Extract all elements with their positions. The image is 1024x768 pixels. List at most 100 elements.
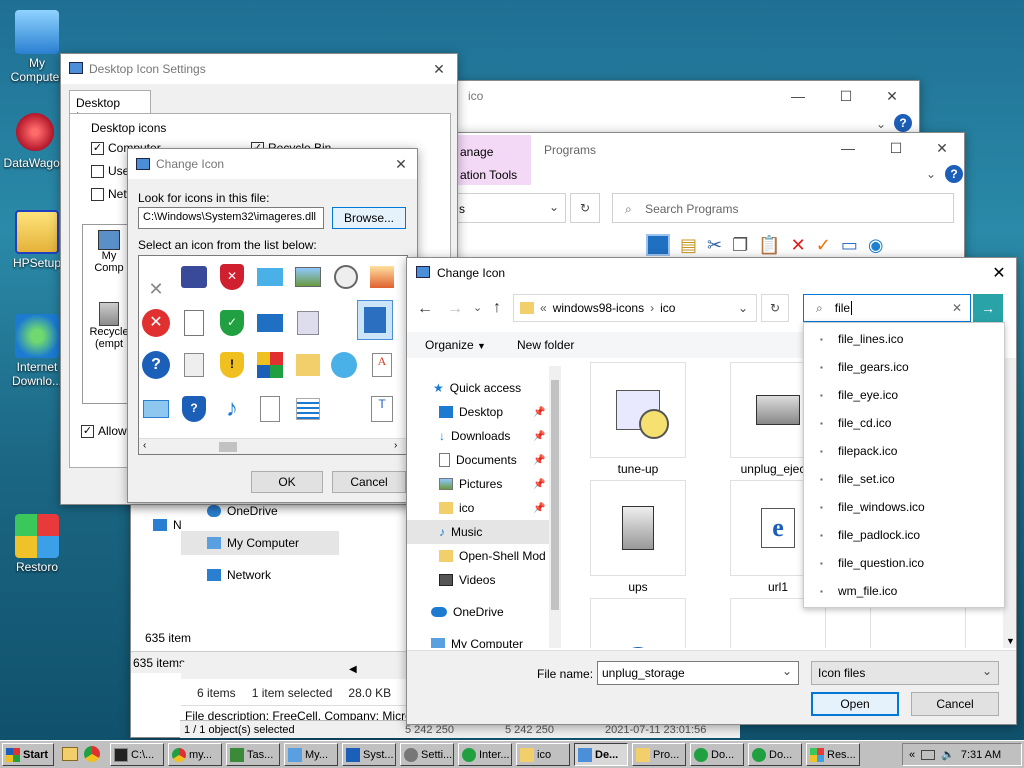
file-name-input[interactable]: unplug_storage ⌄ [597, 661, 799, 685]
cancel-button[interactable]: Cancel [911, 692, 999, 716]
shield-check-icon[interactable]: ✓ [215, 306, 249, 340]
expand-ribbon-icon[interactable]: ⌄ [926, 167, 936, 181]
suggestion-item[interactable]: ▪ file_set.ico [804, 465, 1004, 493]
close-x-icon[interactable]: ✕ [139, 272, 173, 306]
breadcrumb-item[interactable]: ico [660, 301, 675, 315]
clock[interactable]: 7:31 AM [961, 749, 1001, 761]
close-button[interactable]: ✕ [981, 258, 1016, 288]
suggestion-item[interactable]: ▪ file_lines.ico [804, 325, 1004, 353]
check-icon[interactable]: ✓ [816, 235, 831, 256]
folder-star-icon[interactable] [291, 348, 325, 382]
tab-desktop-icons[interactable]: Desktop Icons [69, 90, 151, 124]
shield-red-icon[interactable]: ✕ [215, 260, 249, 294]
chevron-down-icon[interactable]: ⌄ [549, 200, 559, 214]
search-go-button[interactable]: → [973, 294, 1003, 322]
nav-item-quick-access[interactable]: ★ Quick access [433, 376, 521, 400]
chevron-down-icon[interactable]: ⌄ [982, 664, 992, 678]
font-icon[interactable]: A [365, 348, 399, 382]
pin-icon[interactable]: 📌 [533, 479, 545, 490]
checkbox-box[interactable] [91, 165, 104, 179]
forward-button[interactable]: → [447, 300, 463, 318]
suggestion-item[interactable]: ▪ file_cd.ico [804, 409, 1004, 437]
nav-item-ico[interactable]: ico 📌 [439, 496, 545, 520]
network-globe-icon[interactable] [327, 348, 361, 382]
checkbox-box[interactable] [91, 188, 104, 202]
cancel-button[interactable]: Cancel [332, 471, 406, 493]
organize-menu[interactable]: Organize ▼ [425, 338, 486, 352]
certificate-icon[interactable]: T [365, 392, 399, 426]
network-tray-icon[interactable] [921, 749, 936, 760]
taskbar-item-programs[interactable]: Pro... [632, 743, 686, 766]
back-button[interactable]: ← [417, 300, 433, 318]
text-document-icon[interactable] [253, 392, 287, 426]
pin-icon[interactable]: 📌 [533, 431, 545, 442]
taskbar-item-internet[interactable]: Inter... [458, 743, 512, 766]
clear-search-icon[interactable]: ✕ [952, 301, 962, 315]
layout-icon[interactable] [646, 234, 670, 256]
settings-list-icon[interactable] [291, 306, 325, 340]
scroll-left-icon[interactable]: ‹ [143, 440, 146, 451]
close-button[interactable]: ✕ [386, 149, 416, 179]
drive-icon[interactable] [139, 392, 173, 426]
taskbar-item-settings[interactable]: Setti... [400, 743, 454, 766]
suggestion-item[interactable]: ▪ file_eye.ico [804, 381, 1004, 409]
ok-button[interactable]: OK [251, 471, 323, 493]
file-grid-scrollbar[interactable]: ▼ [1003, 358, 1016, 648]
taskbar-item-download-2[interactable]: Do... [748, 743, 802, 766]
apps-icon[interactable] [253, 348, 287, 382]
open-button[interactable]: Open [811, 692, 899, 716]
help-icon[interactable]: ? [139, 348, 173, 382]
taskbar-item-task-manager[interactable]: Tas... [226, 743, 280, 766]
new-folder-button[interactable]: New folder [517, 338, 574, 352]
search-box[interactable]: ⌕ Search Programs [612, 193, 954, 223]
maximize-button[interactable]: ☐ [874, 133, 918, 163]
laptop-icon[interactable] [253, 260, 287, 294]
help-icon[interactable]: ? [894, 114, 912, 132]
file-type-select[interactable]: Icon files ⌄ [811, 661, 999, 685]
projector-icon[interactable] [177, 348, 211, 382]
horizontal-scrollbar[interactable]: ◀ [181, 663, 414, 679]
user-card-icon[interactable] [357, 300, 393, 340]
taskbar-item-system[interactable]: Syst... [342, 743, 396, 766]
taskbar-item-ico[interactable]: ico [516, 743, 570, 766]
address-bar[interactable]: s ⌄ [456, 193, 566, 223]
path-input[interactable]: C:\Windows\System32\imageres.dll [138, 207, 324, 229]
shield-help-icon[interactable]: ? [177, 392, 211, 426]
taskbar-item-chrome[interactable]: my... [168, 743, 222, 766]
taskbar-item-download-1[interactable]: Do... [690, 743, 744, 766]
desktop-icon-restoro[interactable]: Restoro [2, 514, 72, 574]
picture-icon[interactable] [291, 260, 325, 294]
taskbar-item-desktop-settings[interactable]: De... [574, 743, 628, 766]
minimize-button[interactable]: — [776, 81, 820, 111]
breadcrumb-item[interactable]: windows98-icons [553, 301, 644, 315]
scroll-left-icon[interactable]: ◀ [349, 664, 357, 675]
nav-item-pictures[interactable]: Pictures 📌 [439, 472, 545, 496]
image-icon[interactable] [365, 260, 399, 294]
scroll-down-icon[interactable]: ▼ [1006, 636, 1015, 646]
preview-recycle-bin[interactable]: Recycle (empt [87, 302, 131, 350]
preview-my-computer[interactable]: My Comp [87, 230, 131, 274]
cut-icon[interactable]: ✂ [707, 235, 722, 256]
close-button[interactable]: ✕ [421, 54, 457, 84]
scroll-thumb[interactable] [219, 442, 237, 452]
expand-ribbon-icon[interactable]: ⌄ [876, 117, 886, 131]
maximize-button[interactable]: ☐ [824, 81, 868, 111]
search-input[interactable]: ⌕ file ✕ [803, 294, 971, 322]
pin-icon[interactable]: 📌 [533, 455, 545, 466]
clock-screen-icon[interactable] [329, 260, 363, 294]
nav-item-network[interactable]: Network [207, 563, 271, 587]
nav-pane-scrollbar[interactable] [549, 366, 561, 648]
minimize-button[interactable]: — [826, 133, 870, 163]
suggestion-item[interactable]: ▪ filepack.ico [804, 437, 1004, 465]
suggestion-item[interactable]: ▪ wm_file.ico [804, 577, 1004, 605]
delete-icon[interactable]: ✕ [791, 235, 806, 256]
close-button[interactable]: ✕ [920, 133, 964, 163]
address-bar[interactable]: « windows98-icons › ico ⌄ [513, 294, 757, 322]
recent-locations-chevron-icon[interactable]: ⌄ [473, 301, 482, 314]
ribbon-tab-manage[interactable]: anage [456, 135, 531, 161]
icon-list[interactable]: ✕ ✕ ✕ ✓ ? ! A ? ♪ T ‹ › [138, 255, 408, 455]
nav-item-music[interactable]: ♪ Music [407, 520, 549, 544]
file-tile-tune-up[interactable]: tune-up [573, 362, 703, 476]
nav-item-my-computer[interactable]: My Computer [431, 632, 523, 648]
pin-icon[interactable]: 📌 [533, 407, 545, 418]
